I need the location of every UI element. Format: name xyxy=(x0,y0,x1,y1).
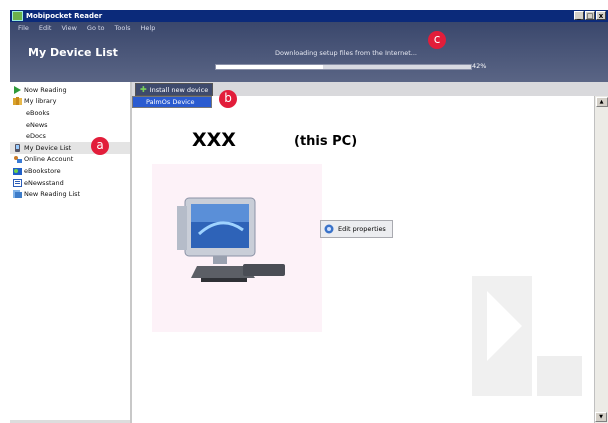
callout-b: b xyxy=(219,90,237,108)
sidebar-item-my-library[interactable]: My library xyxy=(10,96,130,108)
window-controls: _ □ x xyxy=(574,11,606,20)
maximize-button[interactable]: □ xyxy=(585,11,595,20)
sidebar-item-ebooks[interactable]: eBooks xyxy=(10,107,130,119)
app-window: Mobipocket Reader _ □ x File Edit View G… xyxy=(10,10,608,423)
sidebar-item-label: Online Account xyxy=(24,155,74,164)
download-status: Downloading setup files from the Interne… xyxy=(275,49,417,57)
menu-help[interactable]: Help xyxy=(141,24,156,32)
sidebar-item-online-account[interactable]: Online Account xyxy=(10,154,130,166)
menu-tools[interactable]: Tools xyxy=(115,24,131,32)
install-device-dropdown: PalmOs Device xyxy=(132,96,212,108)
window-title: Mobipocket Reader xyxy=(26,12,103,20)
install-new-device-label: Install new device xyxy=(149,85,209,94)
app-logo-icon xyxy=(12,11,23,21)
edit-properties-button[interactable]: Edit properties xyxy=(320,220,393,238)
sidebar-item-my-device-list[interactable]: My Device List xyxy=(10,141,130,154)
title-bar: Mobipocket Reader _ □ x xyxy=(10,10,608,22)
page-title: My Device List xyxy=(28,46,118,59)
sidebar-item-label: My Device List xyxy=(24,143,72,152)
callout-c: c xyxy=(428,31,446,49)
sidebar-item-label: Now Reading xyxy=(24,85,67,94)
sidebar-item-now-reading[interactable]: Now Reading xyxy=(10,84,130,96)
mobipocket-watermark-icon xyxy=(472,276,582,396)
device-content-area: XXX (this PC) Edit properties xyxy=(132,96,594,423)
progress-percent: 42% xyxy=(472,62,487,70)
edit-properties-label: Edit properties xyxy=(338,225,386,233)
scroll-up-icon[interactable]: ▲ xyxy=(595,97,608,107)
vertical-scrollbar[interactable]: ▲ ▼ xyxy=(594,96,608,423)
sidebar-item-label: eBookstore xyxy=(24,166,61,175)
dropdown-item-palmos-device[interactable]: PalmOs Device xyxy=(133,97,211,107)
computer-icon xyxy=(177,197,285,282)
download-progress-bar xyxy=(215,64,472,70)
books-icon xyxy=(13,97,22,106)
sidebar: Now Reading My library eBooks eNews eDoc… xyxy=(10,82,132,423)
minimize-button[interactable]: _ xyxy=(574,11,584,20)
store-icon xyxy=(13,167,22,175)
sidebar-item-ebookstore[interactable]: eBookstore xyxy=(10,165,130,177)
sidebar-item-new-reading-list[interactable]: New Reading List xyxy=(10,188,130,200)
sidebar-item-label: eBooks xyxy=(26,108,50,117)
account-icon xyxy=(14,156,22,164)
sidebar-item-label: eNews xyxy=(26,120,48,129)
menu-go-to[interactable]: Go to xyxy=(87,24,105,32)
menu-edit[interactable]: Edit xyxy=(39,24,52,32)
menu-view[interactable]: View xyxy=(61,24,76,32)
device-icon xyxy=(15,143,20,152)
newsstand-icon xyxy=(13,178,22,187)
progress-fill xyxy=(216,65,324,69)
device-name: XXX xyxy=(192,129,236,151)
sidebar-item-label: My library xyxy=(24,97,57,106)
sidebar-item-label: New Reading List xyxy=(24,190,81,199)
scroll-down-icon[interactable]: ▼ xyxy=(595,412,607,422)
sidebar-item-edocs[interactable]: eDocs xyxy=(10,130,130,142)
menu-bar: File Edit View Go to Tools Help xyxy=(18,24,155,32)
gear-icon xyxy=(324,224,334,234)
callout-a: a xyxy=(91,137,109,155)
menu-file[interactable]: File xyxy=(18,24,29,32)
toolbar: ✚ Install new device xyxy=(132,82,608,96)
sidebar-item-enewsstand[interactable]: eNewsstand xyxy=(10,177,130,189)
close-button[interactable]: x xyxy=(596,11,606,20)
plus-icon: ✚ xyxy=(140,85,147,94)
header-panel: File Edit View Go to Tools Help My Devic… xyxy=(10,22,608,82)
sidebar-item-enews[interactable]: eNews xyxy=(10,119,130,131)
list-icon xyxy=(13,190,22,199)
play-arrow-icon xyxy=(14,85,21,94)
install-new-device-button[interactable]: ✚ Install new device xyxy=(135,83,214,96)
sidebar-item-label: eDocs xyxy=(26,132,46,141)
device-type-label: (this PC) xyxy=(294,134,358,149)
sidebar-item-label: eNewsstand xyxy=(24,178,64,187)
